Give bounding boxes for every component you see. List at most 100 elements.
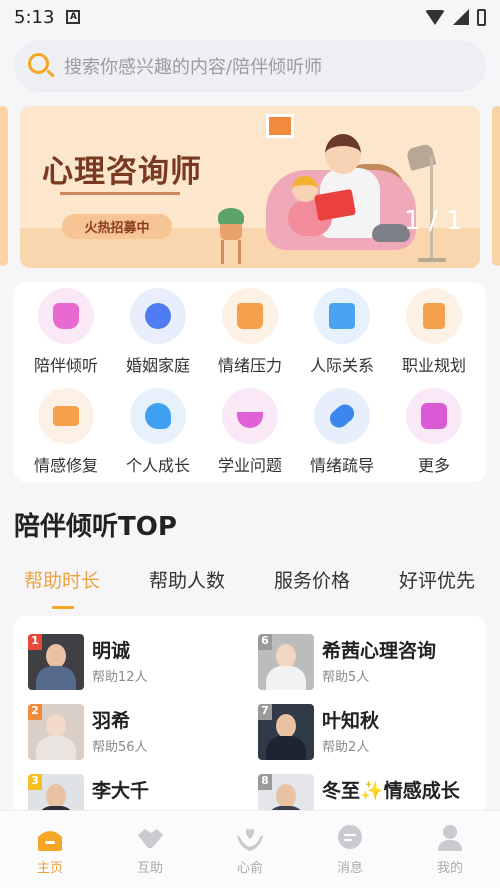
heart-hands-icon	[235, 823, 265, 853]
listener-name-part: 情感成长	[383, 780, 460, 802]
category-career[interactable]: 职业规划	[388, 288, 480, 380]
rank-badge: 7	[258, 704, 272, 720]
plus-icon	[406, 388, 462, 444]
category-label: 学业问题	[217, 456, 282, 475]
banner-pager: 1 / 1	[404, 206, 462, 236]
listener-item[interactable]: 7 叶知秋 帮助2人	[258, 704, 478, 764]
category-marriage-family[interactable]: 婚姻家庭	[112, 288, 204, 380]
category-emotional-stress[interactable]: 情绪压力	[204, 288, 296, 380]
section-title: 陪伴倾听TOP	[14, 512, 177, 542]
head-icon	[130, 388, 186, 444]
avatar: 7	[258, 704, 314, 760]
category-emotional-guidance[interactable]: 情绪疏导	[296, 388, 388, 480]
listener-help-count: 帮助56人	[92, 740, 148, 755]
nav-home[interactable]: 主页	[0, 823, 100, 883]
category-relationships[interactable]: 人际关系	[296, 288, 388, 380]
rank-badge: 6	[258, 634, 272, 650]
home-icon	[35, 823, 65, 853]
category-emotional-repair[interactable]: 情感修复	[20, 388, 112, 480]
bag-icon	[222, 288, 278, 344]
pill-icon	[314, 388, 370, 444]
listener-name: 羽希	[92, 710, 131, 732]
moon-icon	[222, 388, 278, 444]
bottom-nav: 主页 互助 心俞 消息 我的	[0, 810, 500, 888]
listener-name-part: 冬至	[322, 780, 361, 802]
nav-heart[interactable]: 心俞	[200, 823, 300, 883]
signal-icon	[453, 9, 469, 25]
listener-help-count: 帮助2人	[322, 740, 370, 755]
listener-name: 冬至✨情感成长	[322, 776, 460, 803]
handshake-icon	[135, 823, 165, 853]
message-icon	[335, 823, 365, 853]
category-label: 人际关系	[309, 356, 374, 375]
banner-page-current: 1	[404, 206, 421, 236]
listener-item[interactable]: 6 希茜心理咨询 帮助5人	[258, 634, 478, 694]
search-bar[interactable]: 搜索你感兴趣的内容/陪伴倾听师	[14, 40, 486, 92]
rank-badge: 2	[28, 704, 42, 720]
listener-list: 1 明诚 帮助12人 6 希茜心理咨询 帮助5人 2 羽希 帮助56人 7 叶知…	[14, 616, 486, 816]
banner-page-total: 1	[445, 206, 463, 236]
category-label: 陪伴倾听	[33, 356, 98, 375]
tab-help-duration[interactable]: 帮助时长	[24, 566, 100, 593]
category-personal-growth[interactable]: 个人成长	[112, 388, 204, 480]
category-label: 职业规划	[401, 356, 466, 375]
banner-slide[interactable]: 心理咨询师 火热招募中 1 / 1	[20, 106, 480, 268]
active-tab-indicator	[52, 606, 74, 609]
avatar: 1	[28, 634, 84, 690]
banner-next-peek	[492, 106, 500, 266]
listener-name: 希茜心理咨询	[322, 640, 437, 662]
banner-carousel[interactable]: 心理咨询师 火热招募中 1 / 1	[0, 106, 500, 268]
nav-label: 心俞	[236, 861, 263, 876]
listener-item[interactable]: 1 明诚 帮助12人	[28, 634, 248, 694]
nav-label: 消息	[336, 861, 363, 876]
status-indicators	[425, 8, 486, 26]
nav-label: 互助	[136, 861, 163, 876]
banner-prev-peek	[0, 106, 8, 266]
wifi-icon	[425, 9, 445, 25]
category-grid: 陪伴倾听 婚姻家庭 情绪压力 人际关系 职业规划 情感修复 个人成长 学业问题 …	[14, 282, 486, 482]
listener-help-count: 帮助5人	[322, 670, 370, 685]
nav-mutual-help[interactable]: 互助	[100, 823, 200, 883]
battery-icon	[477, 8, 486, 26]
status-bar: 5:13 A	[0, 0, 500, 34]
sort-tabs: 帮助时长 帮助人数 服务价格 好评优先	[0, 560, 500, 610]
listener-name: 李大千	[92, 780, 150, 802]
clover-icon	[130, 288, 186, 344]
basket-icon	[38, 288, 94, 344]
category-study[interactable]: 学业问题	[204, 388, 296, 480]
nav-profile[interactable]: 我的	[400, 823, 500, 883]
tab-help-count[interactable]: 帮助人数	[149, 566, 225, 593]
nav-label: 主页	[36, 861, 63, 876]
category-label: 情感修复	[33, 456, 98, 475]
picture-frame-illustration	[266, 114, 294, 138]
category-label: 个人成长	[125, 456, 190, 475]
ambulance-icon	[38, 388, 94, 444]
rank-badge: 8	[258, 774, 272, 790]
category-companion-listening[interactable]: 陪伴倾听	[20, 288, 112, 380]
rank-badge: 1	[28, 634, 42, 650]
nav-label: 我的	[436, 861, 463, 876]
listener-name: 明诚	[92, 640, 131, 662]
status-time: 5:13	[14, 6, 55, 28]
banner-badge: 火热招募中	[62, 214, 172, 239]
user-icon	[435, 823, 465, 853]
banner-page-separator: /	[428, 206, 438, 236]
clipboard-icon	[406, 288, 462, 344]
category-more[interactable]: 更多	[388, 388, 480, 480]
category-label: 婚姻家庭	[125, 356, 190, 375]
search-icon	[28, 53, 55, 79]
listener-item[interactable]: 2 羽希 帮助56人	[28, 704, 248, 764]
tab-top-rated[interactable]: 好评优先	[399, 566, 475, 593]
notification-icon: A	[66, 10, 81, 24]
rank-badge: 3	[28, 774, 42, 790]
category-label: 情绪疏导	[309, 456, 374, 475]
listener-name: 叶知秋	[322, 710, 380, 732]
nav-messages[interactable]: 消息	[300, 823, 400, 883]
folder-icon	[314, 288, 370, 344]
listener-help-count: 帮助12人	[92, 670, 148, 685]
search-placeholder: 搜索你感兴趣的内容/陪伴倾听师	[64, 57, 323, 78]
category-label: 情绪压力	[217, 356, 282, 375]
banner-title: 心理咨询师	[42, 154, 202, 190]
avatar: 2	[28, 704, 84, 760]
tab-service-price[interactable]: 服务价格	[274, 566, 350, 593]
